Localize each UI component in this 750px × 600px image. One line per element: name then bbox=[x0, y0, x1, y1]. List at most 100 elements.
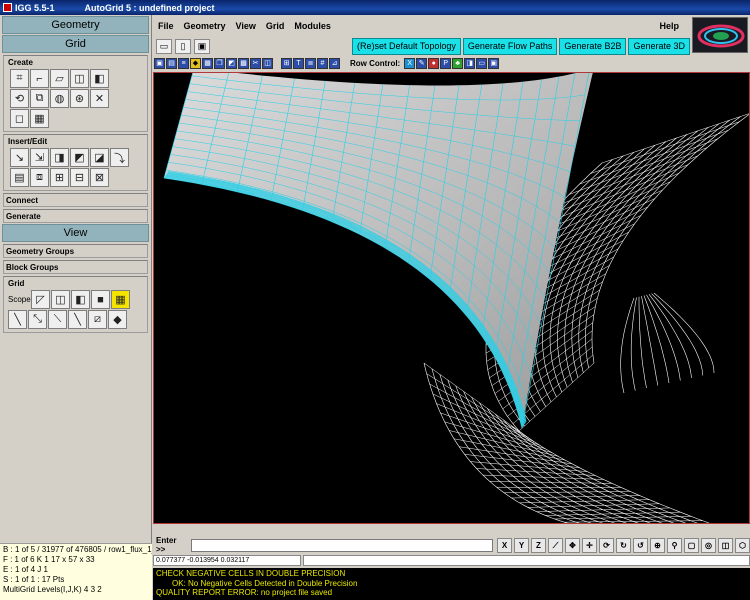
move-icon[interactable]: ✛ bbox=[582, 537, 597, 553]
pages-icon[interactable]: ❐ bbox=[214, 58, 225, 69]
row-flow-icon[interactable]: ♣ bbox=[452, 58, 464, 69]
block-icon[interactable]: ◫ bbox=[70, 69, 89, 88]
mesh-view-icon[interactable]: ▩ bbox=[238, 58, 249, 69]
reset-topology-button[interactable]: (Re)set Default Topology bbox=[351, 37, 461, 55]
row-blade-icon[interactable]: ◨ bbox=[464, 58, 476, 69]
command-input[interactable] bbox=[190, 538, 493, 552]
connect-group[interactable]: Connect bbox=[3, 193, 148, 207]
row-screen-icon[interactable]: ▭ bbox=[476, 58, 488, 69]
scope-vertex-icon[interactable]: ◸ bbox=[31, 290, 50, 309]
create-group: Create ⌗ ⌐ ▱ ◫ ◧ ⟲ ⧉ ◍ ⊛ ✕ ◻ ▦ bbox=[3, 55, 148, 132]
zoom-in-icon[interactable]: ⊕ bbox=[650, 537, 665, 553]
generate-title: Generate bbox=[6, 212, 41, 221]
filter-icon[interactable]: ⊿ bbox=[329, 58, 340, 69]
merge-block-icon[interactable]: ◪ bbox=[90, 148, 109, 167]
menu-view[interactable]: View bbox=[231, 21, 261, 31]
periodic-icon[interactable]: ⧉ bbox=[30, 89, 49, 108]
perspective-icon[interactable]: ⟋ bbox=[548, 537, 563, 553]
menu-grid[interactable]: Grid bbox=[261, 21, 290, 31]
mesh-icon[interactable]: ⧄ bbox=[88, 310, 107, 329]
line-icon[interactable]: ╲ bbox=[8, 310, 27, 329]
spline-icon[interactable]: ⟍ bbox=[48, 310, 67, 329]
geometry-section-header[interactable]: Geometry bbox=[2, 16, 149, 34]
generate-3d-button[interactable]: Generate 3D bbox=[628, 37, 690, 55]
grid-toggle-icon[interactable]: ▦ bbox=[202, 58, 213, 69]
split-block-icon[interactable]: ◩ bbox=[70, 148, 89, 167]
reset-view-icon[interactable]: ⬡ bbox=[735, 537, 750, 553]
connect-title: Connect bbox=[6, 196, 38, 205]
scope-all-icon[interactable]: ■ bbox=[91, 290, 110, 309]
solid-icon[interactable]: ◆ bbox=[108, 310, 127, 329]
block-groups-group[interactable]: Block Groups bbox=[3, 260, 148, 274]
pan-icon[interactable]: ✥ bbox=[565, 537, 580, 553]
command-bar: Enter >> X Y Z ⟋ ✥ ✛ ⟳ ↻ ↺ ⊕ ⚲ ▢ ◎ ◫ ⬡ bbox=[153, 535, 750, 555]
diagonal-icon[interactable]: ╲ bbox=[68, 310, 87, 329]
fit-view-icon[interactable]: ▢ bbox=[684, 537, 699, 553]
block-link-icon[interactable]: ⧈ bbox=[30, 168, 49, 187]
insert-edit-group: Insert/Edit ↘ ⇲ ◨ ◩ ◪ ⤵ ▤ ⧈ ⊞ ⊟ ⊠ bbox=[3, 134, 148, 191]
generate-flow-paths-button[interactable]: Generate Flow Paths bbox=[462, 37, 558, 55]
view-y-button[interactable]: Y bbox=[514, 537, 529, 553]
cut-icon[interactable]: ✂ bbox=[250, 58, 261, 69]
scope-face-icon[interactable]: ◫ bbox=[51, 290, 70, 309]
edge-icon[interactable]: ⌐ bbox=[30, 69, 49, 88]
sphere-icon[interactable]: ◍ bbox=[50, 89, 69, 108]
generate-b2b-button[interactable]: Generate B2B bbox=[559, 37, 627, 55]
row-x-icon[interactable]: X bbox=[404, 58, 416, 69]
cube-grid-icon[interactable]: ▦ bbox=[30, 109, 49, 128]
open-folder-icon[interactable]: ▭ bbox=[156, 38, 172, 54]
block-grid-icon[interactable]: ⊟ bbox=[70, 168, 89, 187]
geometry-groups-group[interactable]: Geometry Groups bbox=[3, 244, 148, 258]
grid-section-header[interactable]: Grid bbox=[2, 35, 149, 53]
block-copy-icon[interactable]: ◧ bbox=[90, 69, 109, 88]
block-merge-icon[interactable]: ⊠ bbox=[90, 168, 109, 187]
axis-view-icon[interactable]: ▣ bbox=[154, 58, 165, 69]
row-save-icon[interactable]: ▣ bbox=[488, 58, 500, 69]
row-stop-icon[interactable]: ● bbox=[428, 58, 440, 69]
view-section-header[interactable]: View bbox=[2, 224, 149, 242]
row-p-icon[interactable]: P bbox=[440, 58, 452, 69]
menu-help[interactable]: Help bbox=[654, 21, 684, 31]
view-z-button[interactable]: Z bbox=[531, 537, 546, 553]
scope-active-icon[interactable]: ▦ bbox=[111, 290, 130, 309]
delete-icon[interactable]: ✕ bbox=[90, 89, 109, 108]
layers-icon[interactable]: ≡ bbox=[178, 58, 189, 69]
block-split-icon[interactable]: ⊞ bbox=[50, 168, 69, 187]
cube-icon[interactable]: ◻ bbox=[10, 109, 29, 128]
table-icon[interactable]: ⊞ bbox=[281, 58, 292, 69]
row-edit-icon[interactable]: ✎ bbox=[416, 58, 428, 69]
zoom-icon[interactable]: ⚲ bbox=[667, 537, 682, 553]
open-file-icon[interactable]: ▯ bbox=[175, 38, 191, 54]
message-line-1: CHECK NEGATIVE CELLS IN DOUBLE PRECISION bbox=[156, 569, 346, 578]
cube-view-icon[interactable]: ◫ bbox=[718, 537, 733, 553]
rotate-z-icon[interactable]: ↺ bbox=[633, 537, 648, 553]
polyline-icon[interactable]: ⤡ bbox=[28, 310, 47, 329]
vertex-icon[interactable]: ⌗ bbox=[10, 69, 29, 88]
split-face-icon[interactable]: ◨ bbox=[50, 148, 69, 167]
torus-icon[interactable]: ⊛ bbox=[70, 89, 89, 108]
edge-curve-icon[interactable]: ⤵ bbox=[110, 148, 129, 167]
rotate-x-icon[interactable]: ⟳ bbox=[599, 537, 614, 553]
insert-vertex-icon[interactable]: ↘ bbox=[10, 148, 29, 167]
3d-viewport[interactable] bbox=[153, 72, 750, 524]
tc-icon[interactable]: T bbox=[293, 58, 304, 69]
surface-icon[interactable]: ◩ bbox=[226, 58, 237, 69]
menu-file[interactable]: File bbox=[153, 21, 179, 31]
menu-geometry[interactable]: Geometry bbox=[179, 21, 231, 31]
fit-all-icon[interactable]: ◎ bbox=[701, 537, 716, 553]
insert-fixed-icon[interactable]: ⇲ bbox=[30, 148, 49, 167]
face-icon[interactable]: ▱ bbox=[50, 69, 69, 88]
list-icon[interactable]: ≣ bbox=[305, 58, 316, 69]
generate-group[interactable]: Generate bbox=[3, 209, 148, 223]
block-stack-icon[interactable]: ▤ bbox=[10, 168, 29, 187]
highlight-icon[interactable]: ◆ bbox=[190, 58, 201, 69]
rotate-icon[interactable]: ⟲ bbox=[10, 89, 29, 108]
chart-view-icon[interactable]: ▤ bbox=[166, 58, 177, 69]
frame-icon[interactable]: ◫ bbox=[262, 58, 273, 69]
hash-icon[interactable]: # bbox=[317, 58, 328, 69]
menu-modules[interactable]: Modules bbox=[289, 21, 336, 31]
view-x-button[interactable]: X bbox=[497, 537, 512, 553]
save-icon[interactable]: ▣ bbox=[194, 38, 210, 54]
scope-block-icon[interactable]: ◧ bbox=[71, 290, 90, 309]
rotate-y-icon[interactable]: ↻ bbox=[616, 537, 631, 553]
